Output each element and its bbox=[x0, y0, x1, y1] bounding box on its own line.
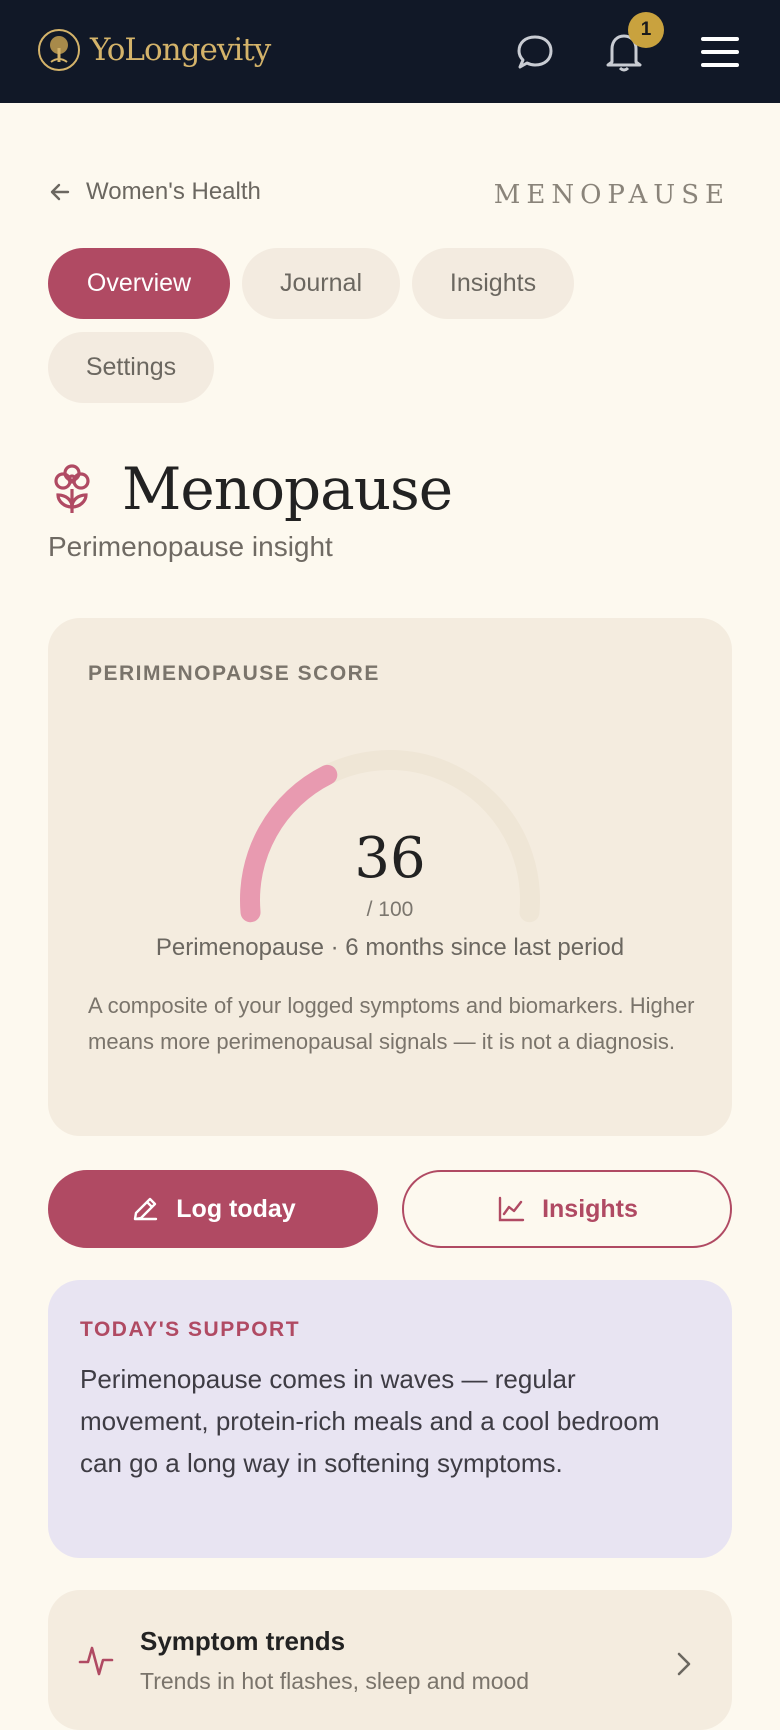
chat-icon[interactable] bbox=[515, 32, 555, 72]
flower-icon bbox=[54, 464, 90, 513]
section-eyebrow: MENOPAUSE bbox=[493, 180, 730, 210]
score-max: / 100 bbox=[366, 898, 414, 921]
line-chart-icon bbox=[498, 1196, 525, 1222]
top-bar: YoLongevity 1 bbox=[0, 0, 780, 103]
symptom-trends-card[interactable]: Symptom trends Trends in hot flashes, sl… bbox=[48, 1590, 732, 1730]
back-link[interactable]: Women's Health bbox=[48, 178, 261, 206]
chevron-right-icon bbox=[677, 1652, 691, 1676]
menu-icon[interactable] bbox=[701, 35, 739, 69]
arrow-left-icon bbox=[50, 183, 70, 201]
score-status: Perimenopause · 6 months since last peri… bbox=[155, 934, 625, 961]
score-card-label: PERIMENOPAUSE SCORE bbox=[88, 662, 380, 685]
score-card: PERIMENOPAUSE SCORE 36 / 100 Perimenopau… bbox=[48, 618, 732, 1136]
insights-label: Insights bbox=[542, 1194, 638, 1223]
tab-overview[interactable]: Overview bbox=[48, 248, 230, 319]
notification-badge: 1 bbox=[628, 12, 664, 48]
log-today-button[interactable]: Log today bbox=[48, 1170, 378, 1248]
tab-settings[interactable]: Settings bbox=[48, 332, 214, 403]
page-subtitle: Perimenopause insight bbox=[48, 531, 333, 562]
support-text: Perimenopause comes in waves — regular m… bbox=[80, 1364, 660, 1478]
tab-journal[interactable]: Journal bbox=[242, 248, 400, 319]
score-description: A composite of your logged symptoms and … bbox=[88, 993, 695, 1054]
score-value: 36 bbox=[354, 826, 426, 891]
activity-icon bbox=[78, 1646, 114, 1676]
support-card: TODAY'S SUPPORT Perimenopause comes in w… bbox=[48, 1280, 732, 1558]
brand-logo[interactable]: YoLongevity bbox=[37, 28, 271, 72]
back-label: Women's Health bbox=[86, 178, 261, 205]
page-header: Menopause bbox=[52, 455, 453, 523]
trend-title: Symptom trends bbox=[140, 1626, 346, 1656]
support-label: TODAY'S SUPPORT bbox=[80, 1318, 301, 1341]
insights-button[interactable]: Insights bbox=[402, 1170, 732, 1248]
tab-insights[interactable]: Insights bbox=[412, 248, 574, 319]
brand-name: YoLongevity bbox=[90, 32, 271, 68]
log-today-label: Log today bbox=[176, 1194, 296, 1223]
trend-subtitle: Trends in hot flashes, sleep and mood bbox=[140, 1668, 530, 1694]
page-title: Menopause bbox=[122, 455, 453, 523]
tree-logo-icon bbox=[38, 29, 80, 71]
pencil-icon bbox=[134, 1197, 158, 1221]
